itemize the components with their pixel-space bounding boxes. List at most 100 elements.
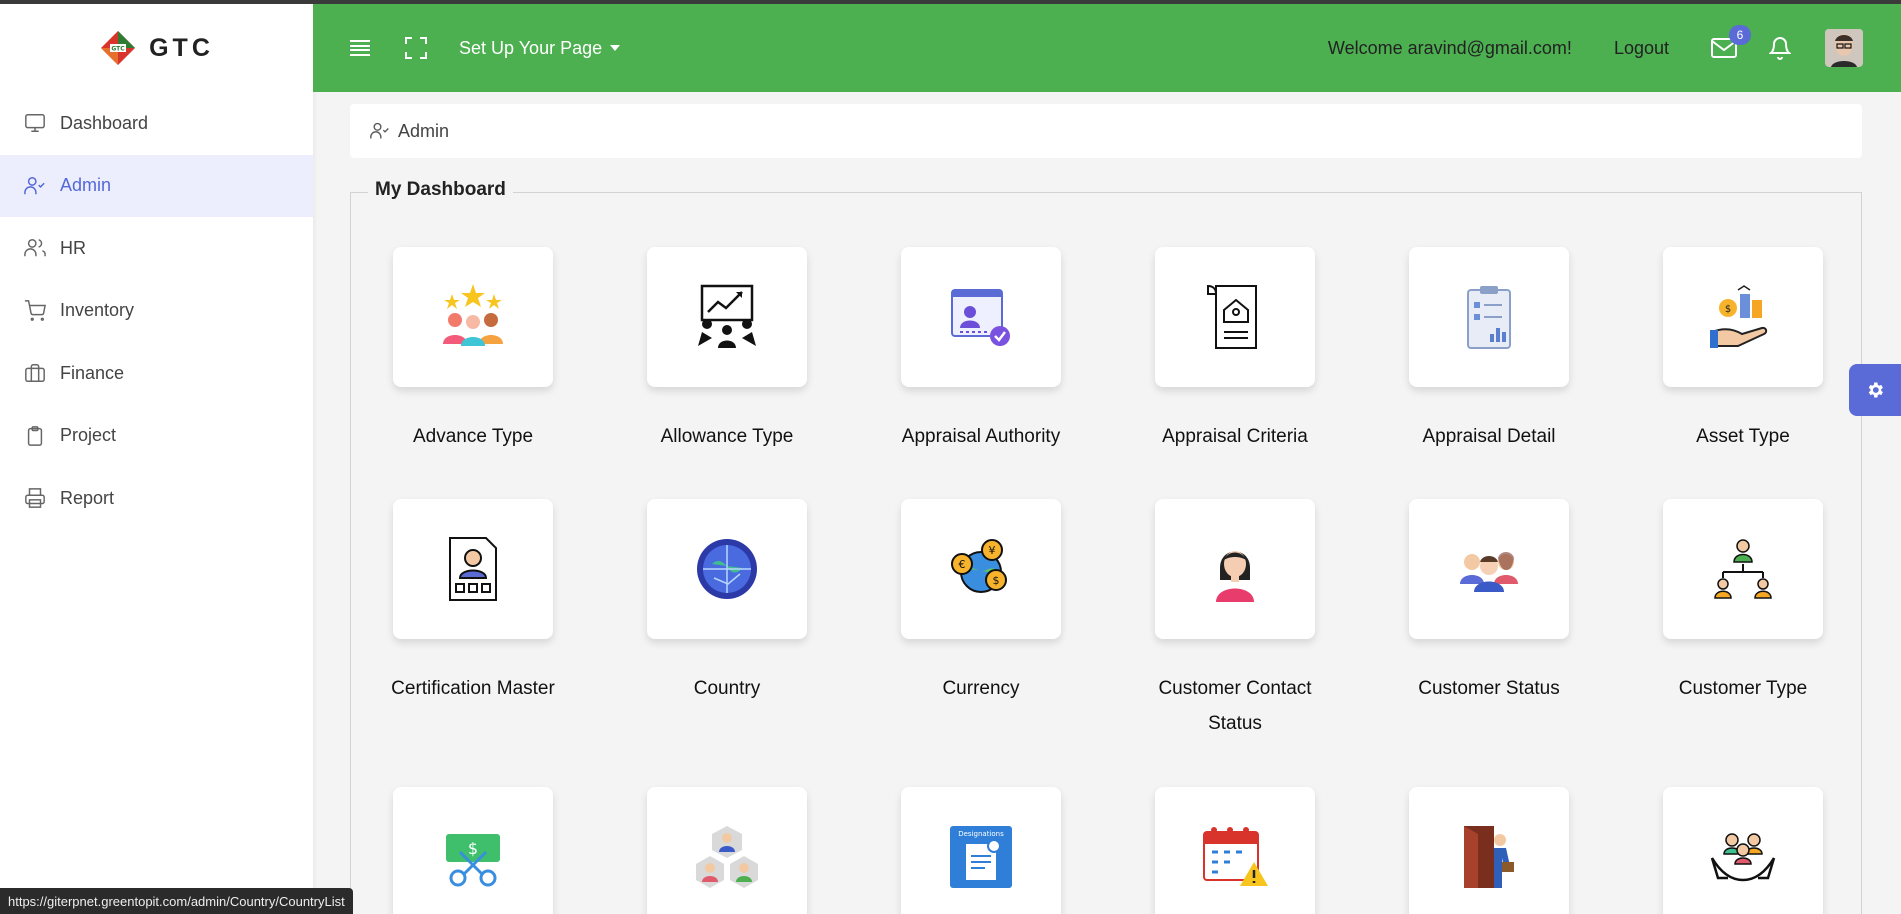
mail-count-badge: 6: [1729, 25, 1751, 45]
breadcrumb-label[interactable]: Admin: [398, 121, 449, 142]
profile-check-icon: [951, 289, 1010, 346]
tile-label-country: Country: [693, 678, 761, 699]
team-hexagon-icon: [696, 826, 758, 888]
clipboard-icon: [27, 425, 43, 446]
tile-appraisal-authority[interactable]: [901, 247, 1061, 387]
gtc-logo-icon: GTC: [101, 31, 136, 65]
sidebar-item-finance[interactable]: Finance: [0, 342, 313, 405]
sidebar-item-hr[interactable]: HR: [0, 217, 313, 280]
tile-appraisal-criteria[interactable]: [1155, 247, 1315, 387]
sidebar-nav: Dashboard Admin HR Inventory Finance Pro…: [0, 92, 313, 530]
dashboard-title: My Dashboard: [368, 179, 513, 201]
tile-row3-5[interactable]: [1409, 787, 1569, 914]
tile-label-allowance-type: Allowance Type: [660, 426, 794, 447]
tile-customer-contact-status[interactable]: [1155, 499, 1315, 639]
setup-page-dropdown[interactable]: Set Up Your Page: [459, 37, 621, 59]
money-scissors-icon: $: [446, 834, 500, 887]
presentation-icon: [698, 284, 756, 348]
window-top-border: [0, 0, 1901, 4]
globe-icon: [697, 539, 757, 599]
group-icon: [1460, 552, 1518, 592]
svg-text:$: $: [993, 574, 1000, 587]
hierarchy-icon: [1714, 539, 1772, 599]
user-check-icon: [370, 122, 389, 139]
tile-label-currency: Currency: [942, 678, 1020, 699]
cart-icon: [24, 299, 46, 321]
sidebar-item-inventory[interactable]: Inventory: [0, 280, 313, 343]
sidebar-item-dashboard[interactable]: Dashboard: [0, 92, 313, 155]
tile-label-appraisal-detail: Appraisal Detail: [1422, 426, 1556, 447]
notifications-button[interactable]: [1767, 35, 1793, 61]
tile-label-asset-type: Asset Type: [1696, 426, 1790, 447]
tile-label-customer-contact-status: Customer Contact Status: [1158, 678, 1312, 734]
sidebar-item-report[interactable]: Report: [0, 467, 313, 530]
fullscreen-icon: [405, 37, 427, 59]
tile-certification-master[interactable]: [393, 499, 553, 639]
sidebar-item-label: Inventory: [60, 300, 135, 321]
svg-text:€: €: [959, 558, 966, 571]
briefcase-icon: [25, 364, 45, 383]
sidebar-item-project[interactable]: Project: [0, 405, 313, 468]
tile-label-certification-master: Certification Master: [391, 678, 555, 699]
sidebar-item-label: Report: [60, 487, 115, 508]
hamburger-icon: [350, 40, 370, 56]
svg-text:¥: ¥: [989, 544, 996, 557]
sidebar-item-label: HR: [60, 237, 86, 258]
brand-name: GTC: [149, 33, 214, 62]
tile-advance-type[interactable]: [393, 247, 553, 387]
sidebar-item-label: Project: [60, 425, 117, 446]
document-home-icon: [1207, 284, 1257, 349]
top-header: Set Up Your Page Welcome aravind@gmail.c…: [313, 4, 1901, 92]
tile-label-appraisal-criteria: Appraisal Criteria: [1162, 426, 1308, 447]
fullscreen-button[interactable]: [403, 35, 429, 61]
tile-label-appraisal-authority: Appraisal Authority: [901, 426, 1061, 447]
logout-link[interactable]: Logout: [1614, 38, 1669, 59]
menu-toggle-button[interactable]: [347, 35, 373, 61]
avatar-image: [1825, 29, 1863, 67]
user-check-icon: [24, 176, 45, 194]
tile-customer-status[interactable]: [1409, 499, 1569, 639]
designations-icon: Designations: [950, 826, 1012, 888]
tile-asset-type[interactable]: $: [1663, 247, 1823, 387]
certificate-icon: [449, 537, 497, 601]
brand-logo[interactable]: GTC GTC: [0, 4, 313, 92]
sidebar-item-admin[interactable]: Admin: [0, 154, 313, 217]
mail-button[interactable]: 6: [1711, 25, 1751, 61]
setup-page-label: Set Up Your Page: [459, 37, 603, 58]
star-team-icon: [443, 284, 503, 346]
breadcrumb: Admin: [350, 104, 1862, 158]
gear-icon: [1868, 382, 1883, 398]
caret-down-icon: [610, 45, 621, 51]
tile-row3-6[interactable]: [1663, 787, 1823, 914]
tile-row3-3[interactable]: Designations: [901, 787, 1061, 914]
sidebar-item-label: Dashboard: [60, 112, 149, 133]
tile-country[interactable]: [647, 499, 807, 639]
tile-appraisal-detail[interactable]: [1409, 247, 1569, 387]
settings-fab-button[interactable]: [1849, 364, 1901, 416]
clipboard-chart-icon: [1467, 286, 1511, 349]
bell-icon: [1769, 37, 1791, 60]
calendar-warning-icon: [1203, 827, 1268, 886]
tile-allowance-type[interactable]: [647, 247, 807, 387]
tile-row3-4[interactable]: [1155, 787, 1315, 914]
users-icon: [24, 239, 46, 257]
currency-globe-icon: € ¥ $: [951, 539, 1007, 593]
browser-status-url: https://giterpnet.greentopit.com/admin/C…: [0, 888, 353, 914]
tile-customer-type[interactable]: [1663, 499, 1823, 639]
tile-label-customer-status: Customer Status: [1418, 678, 1560, 699]
woman-icon: [1216, 551, 1254, 602]
user-avatar[interactable]: [1825, 29, 1863, 67]
designations-caption: Designations: [958, 830, 1004, 838]
tile-row3-1[interactable]: $: [393, 787, 553, 914]
svg-text:$: $: [1725, 304, 1731, 315]
svg-text:GTC: GTC: [111, 46, 125, 53]
tile-label-advance-type: Advance Type: [412, 426, 534, 447]
sidebar-item-label: Admin: [60, 175, 112, 196]
tile-row3-2[interactable]: [647, 787, 807, 914]
tile-label-customer-type: Customer Type: [1678, 678, 1808, 699]
monitor-icon: [25, 114, 45, 133]
tile-currency[interactable]: € ¥ $: [901, 499, 1061, 639]
my-dashboard-panel: My Dashboard Advance Type Allowance Type: [350, 179, 1862, 914]
welcome-text: Welcome aravind@gmail.com!: [1327, 37, 1572, 58]
care-hands-icon: [1710, 833, 1776, 882]
